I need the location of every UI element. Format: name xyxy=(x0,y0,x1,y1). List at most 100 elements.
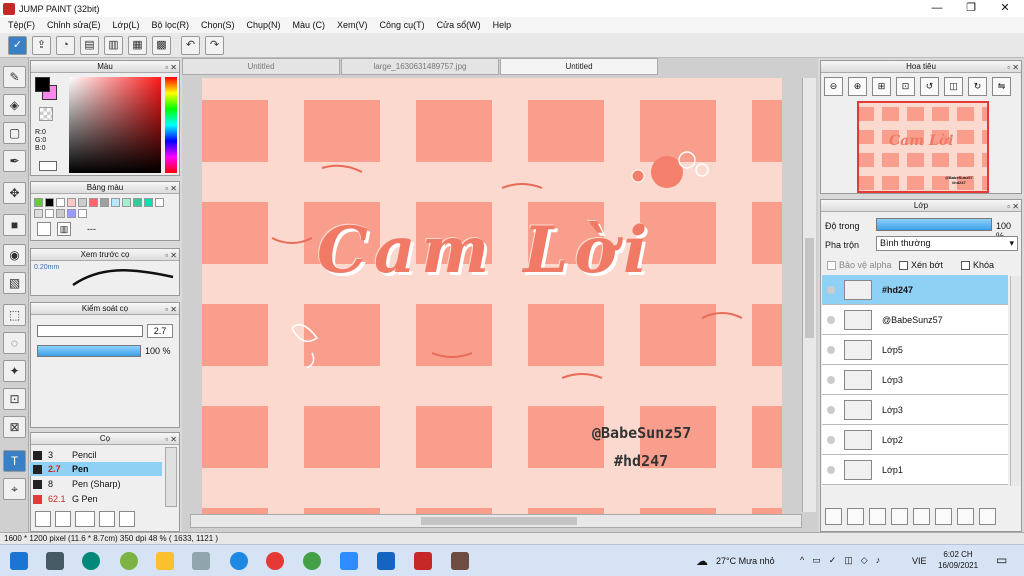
palette-swatch[interactable] xyxy=(78,209,87,218)
rotate-right-icon[interactable]: ↻ xyxy=(968,77,987,96)
bucket-tool-icon[interactable]: ◉ xyxy=(3,244,26,266)
task-view-icon[interactable] xyxy=(46,552,64,570)
fill-rect-tool-icon[interactable]: ■ xyxy=(3,214,26,236)
palette-swatch[interactable] xyxy=(122,198,131,207)
pen-tool-icon[interactable]: ✒ xyxy=(3,150,26,172)
palette-swatch[interactable] xyxy=(144,198,153,207)
new-layer-8bit-icon[interactable] xyxy=(847,508,864,525)
layer-visibility-icon[interactable] xyxy=(827,375,835,384)
horizontal-scrollbar[interactable] xyxy=(190,514,802,528)
file-explorer-icon[interactable] xyxy=(156,552,174,570)
brush-row-selected[interactable]: 2.7 Pen xyxy=(30,462,162,476)
layers-scrollbar[interactable] xyxy=(1010,276,1021,486)
palette-swatch[interactable] xyxy=(67,209,76,218)
select-eraser-icon[interactable]: ⊠ xyxy=(3,416,26,438)
grid-icon[interactable]: ▩ xyxy=(152,36,171,55)
actual-size-icon[interactable]: ⊡ xyxy=(896,77,915,96)
lasso-icon[interactable]: ◌ xyxy=(3,332,26,354)
flip-icon[interactable]: ⇋ xyxy=(992,77,1011,96)
brush-settings-icon[interactable] xyxy=(35,511,51,527)
brush-row[interactable]: 62.1 G Pen xyxy=(30,492,162,506)
saturation-value-picker[interactable] xyxy=(69,77,161,173)
palette-swatch[interactable] xyxy=(45,209,54,218)
palette-swatch[interactable] xyxy=(133,198,142,207)
zoom-in-icon[interactable]: ⊕ xyxy=(848,77,867,96)
copy-layer-icon[interactable] xyxy=(935,508,952,525)
menu-select[interactable]: Chọn(S) xyxy=(195,20,241,30)
transparent-color-icon[interactable] xyxy=(39,107,53,121)
artwork-canvas[interactable]: Cam Lời @BabeSunz57 #hd247 xyxy=(202,78,782,514)
foreground-color[interactable] xyxy=(35,77,50,92)
fit-icon[interactable]: ⊞ xyxy=(872,77,891,96)
panel-close-icon[interactable]: ▫ ✕ xyxy=(1007,201,1019,212)
menu-capture[interactable]: Chụp(N) xyxy=(241,20,287,30)
palette-swatch[interactable] xyxy=(89,198,98,207)
zalo-icon[interactable] xyxy=(230,552,248,570)
panel-close-icon[interactable]: ▫ ✕ xyxy=(165,250,177,261)
layer-row[interactable]: @BabeSunz57 xyxy=(822,305,1008,335)
new-swatch-icon[interactable] xyxy=(37,222,51,236)
delete-layer-icon[interactable] xyxy=(979,508,996,525)
horizontal-scroll-thumb[interactable] xyxy=(421,517,577,525)
new-layer-1bit-icon[interactable] xyxy=(869,508,886,525)
menu-filter[interactable]: Bộ lọc(R) xyxy=(145,20,195,30)
app-icon[interactable] xyxy=(120,552,138,570)
brush-tool-icon[interactable]: ✎ xyxy=(3,66,26,88)
hue-slider[interactable] xyxy=(165,77,177,173)
close-button[interactable]: ✕ xyxy=(988,0,1022,17)
vertical-scroll-thumb[interactable] xyxy=(805,238,814,338)
new-brush-icon[interactable] xyxy=(55,511,71,527)
layer-visibility-icon[interactable] xyxy=(827,435,835,444)
layer-row[interactable]: Lớp3 xyxy=(822,365,1008,395)
new-layer-icon[interactable] xyxy=(825,508,842,525)
panel-close-icon[interactable]: ▫ ✕ xyxy=(165,62,177,73)
brush-opacity-slider[interactable] xyxy=(37,345,141,357)
lock-option[interactable]: Khóa xyxy=(961,260,994,271)
palette-swatch[interactable] xyxy=(100,198,109,207)
move-tool-icon[interactable]: ✥ xyxy=(3,182,26,204)
palette-swatch[interactable] xyxy=(45,198,54,207)
palette-swatch[interactable] xyxy=(34,209,43,218)
layer-visibility-icon[interactable] xyxy=(827,465,835,474)
layer-visibility-icon[interactable] xyxy=(827,345,835,354)
layer-visibility-icon[interactable] xyxy=(827,315,835,324)
input-language[interactable]: VIE xyxy=(912,556,927,566)
gradient-tool-icon[interactable]: ▧ xyxy=(3,272,26,294)
layer-row[interactable]: Lớp3 xyxy=(822,395,1008,425)
notification-icon[interactable]: ▭ xyxy=(996,553,1007,567)
layer-row[interactable]: Lớp2 xyxy=(822,425,1008,455)
palette-swatch[interactable] xyxy=(34,198,43,207)
brush-menu-icon[interactable] xyxy=(75,511,95,527)
document-icon[interactable]: ▦ xyxy=(128,36,147,55)
menu-color[interactable]: Màu (C) xyxy=(287,20,332,30)
document-tab[interactable]: large_1630631489757.jpg xyxy=(341,58,499,75)
palette-swatch[interactable] xyxy=(56,198,65,207)
maximize-button[interactable]: ❐ xyxy=(954,0,988,17)
color-mode-icon[interactable] xyxy=(39,161,57,171)
clipping-checkbox[interactable] xyxy=(899,261,908,271)
palette-swatch[interactable] xyxy=(67,198,76,207)
layer-visibility-icon[interactable] xyxy=(827,405,835,414)
redo-icon[interactable]: ↷ xyxy=(205,36,224,55)
eraser-tool-icon[interactable]: ◈ xyxy=(3,94,26,116)
brush-list-scrollbar[interactable] xyxy=(165,447,177,507)
layer-row[interactable]: Lớp5 xyxy=(822,335,1008,365)
rect-select-icon[interactable]: ⬚ xyxy=(3,304,26,326)
menu-window[interactable]: Cửa sổ(W) xyxy=(431,20,487,30)
chrome-icon[interactable] xyxy=(266,552,284,570)
reset-rotation-icon[interactable]: ◫ xyxy=(944,77,963,96)
brush-row[interactable]: 3 Pencil xyxy=(30,448,162,462)
menu-help[interactable]: Help xyxy=(487,20,518,30)
layer-opacity-slider[interactable] xyxy=(876,218,992,231)
message-icon[interactable]: ▤ xyxy=(80,36,99,55)
layer-visibility-icon[interactable] xyxy=(827,285,835,294)
page-icon[interactable]: ▥ xyxy=(104,36,123,55)
panel-close-icon[interactable]: ▫ ✕ xyxy=(1007,62,1019,73)
menu-tools[interactable]: Công cụ(T) xyxy=(374,20,431,30)
rotate-left-icon[interactable]: ↺ xyxy=(920,77,939,96)
layer-row[interactable]: Lớp1 xyxy=(822,455,1008,485)
jump-paint-icon[interactable] xyxy=(414,552,432,570)
panel-close-icon[interactable]: ▫ ✕ xyxy=(165,304,177,315)
palette-swatch[interactable] xyxy=(56,209,65,218)
text-tool-icon[interactable]: T xyxy=(3,450,26,472)
